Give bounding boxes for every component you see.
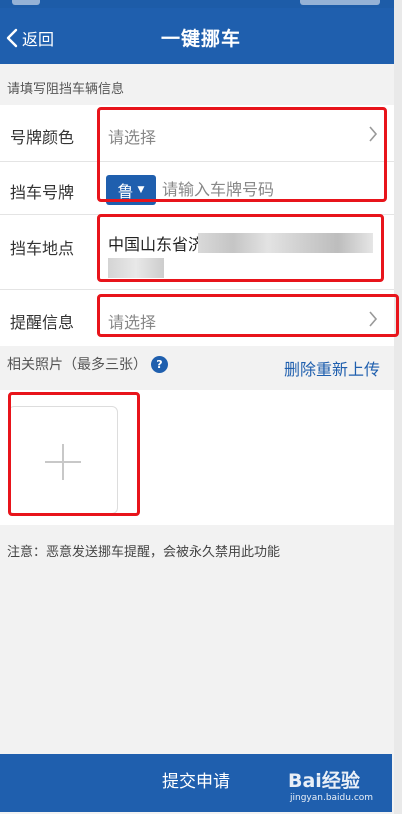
chevron-right-icon <box>369 126 378 142</box>
delete-reupload-link[interactable]: 删除重新上传 <box>284 356 380 380</box>
chevron-right-icon <box>369 311 378 327</box>
baidu-jingyan-watermark: Bai经验 jingyan.baidu.com <box>288 766 373 803</box>
plate-number-input[interactable] <box>162 174 382 204</box>
nav-bar: 返回 一键挪车 <box>0 8 402 64</box>
location-value[interactable]: 中国山东省济 <box>108 231 204 255</box>
scrollbar[interactable] <box>394 0 402 814</box>
address-redaction <box>108 258 164 278</box>
status-bar-blur <box>12 0 40 5</box>
plate-number-row: 挡车号牌 鲁 ▼ <box>0 162 394 215</box>
reminder-row[interactable]: 提醒信息 请选择 <box>0 290 394 346</box>
notice-text: 注意：恶意发送挪车提醒，会被永久禁用此功能 <box>7 545 281 560</box>
address-redaction <box>198 233 373 253</box>
reminder-select[interactable]: 请选择 <box>108 309 156 333</box>
plate-color-select[interactable]: 请选择 <box>108 124 156 148</box>
page-title: 一键挪车 <box>160 28 241 50</box>
caret-down-icon: ▼ <box>137 185 145 195</box>
reminder-label: 提醒信息 <box>10 313 75 332</box>
photo-area <box>0 390 394 525</box>
plate-number-label: 挡车号牌 <box>10 183 75 202</box>
section-hint: 请填写阻挡车辆信息 <box>7 82 125 97</box>
plate-color-label: 号牌颜色 <box>10 128 75 147</box>
province-select[interactable]: 鲁 ▼ <box>106 175 156 205</box>
watermark-logo: Bai经验 <box>288 770 360 792</box>
vehicle-form: 号牌颜色 请选择 挡车号牌 鲁 ▼ 挡车地点 中国山东省济 提醒信息 请选择 <box>0 105 394 346</box>
status-bar-blur <box>300 0 380 5</box>
location-label: 挡车地点 <box>10 239 75 258</box>
help-icon[interactable]: ? <box>151 355 168 373</box>
status-bar <box>0 0 402 8</box>
watermark-url: jingyan.baidu.com <box>290 793 374 803</box>
photos-header-label: 相关照片（最多三张） <box>7 357 147 373</box>
location-row[interactable]: 挡车地点 中国山东省济 <box>0 215 394 290</box>
plate-color-row[interactable]: 号牌颜色 请选择 <box>0 105 394 162</box>
province-value: 鲁 <box>117 182 134 201</box>
photos-header: 相关照片（最多三张） ? <box>7 354 168 374</box>
add-photo-button[interactable] <box>8 406 118 514</box>
plus-icon <box>45 444 81 480</box>
